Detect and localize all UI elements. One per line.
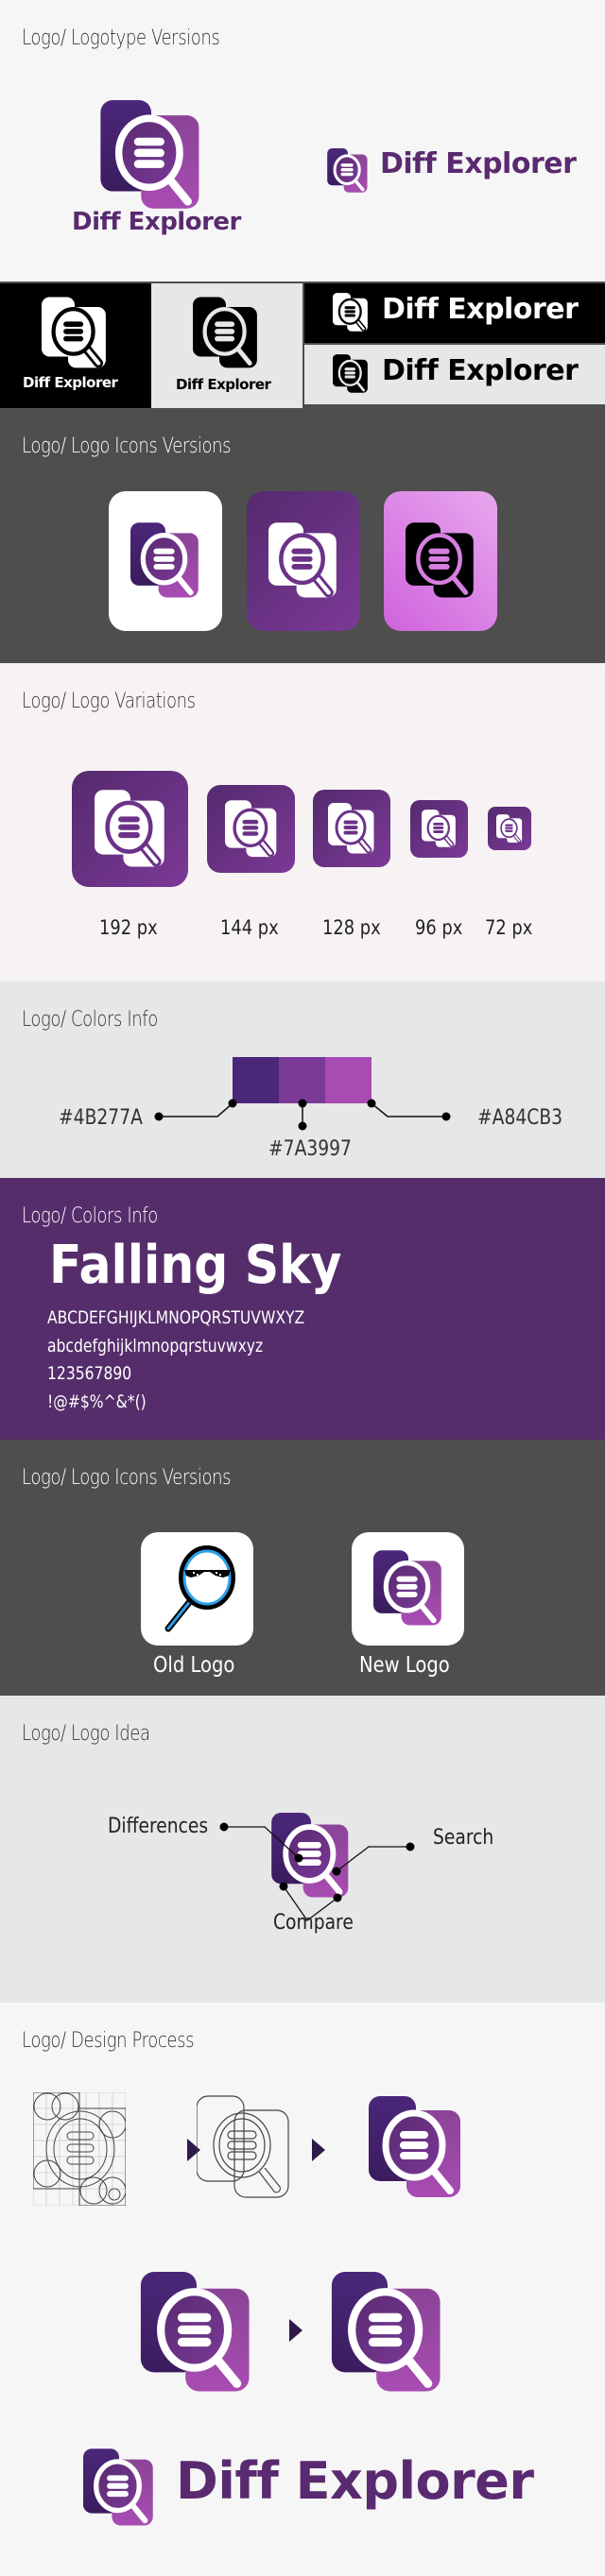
section-title: Logo/ Logo Icons Versions — [22, 1466, 232, 1490]
mono-horizontal-white-on-black: Diff Explorer — [304, 283, 605, 343]
logo-after-icon — [331, 2272, 444, 2395]
section-title: Logo/ Logo Variations — [22, 690, 196, 713]
new-logo-tile — [352, 1532, 464, 1646]
variation-tile-72 — [488, 807, 531, 850]
idea-connectors — [219, 1822, 415, 1921]
section-title: Logo/ Colors Info — [22, 1204, 158, 1228]
old-logo-tile — [141, 1532, 253, 1646]
logo-icon — [268, 522, 338, 600]
logo-icon — [130, 522, 200, 600]
idea-label-differences: Differences — [108, 1815, 209, 1838]
logo-icon — [225, 800, 278, 859]
font-sample-lowercase: abcdefghijklmnopqrstuvwxyz — [47, 1336, 264, 1356]
variation-tile-144 — [207, 785, 295, 873]
logo-before-icon — [140, 2272, 253, 2395]
size-label: 72 px — [485, 916, 533, 939]
size-label: 128 px — [322, 916, 381, 939]
final-lockup-wordmark: Diff Explorer — [176, 2451, 534, 2511]
logo-icon — [100, 100, 202, 212]
font-sample-numbers: 123567890 — [47, 1363, 132, 1384]
section-logotype-versions: Logo/ Logotype Versions Diff Explorer Di… — [0, 0, 605, 281]
section-old-new: Logo/ Logo Icons Versions Old Logo New L… — [0, 1440, 605, 1696]
section-mono-versions: Diff Explorer Diff Explorer Diff Explore… — [0, 281, 605, 408]
section-title: Logo/ Logo Icons Versions — [22, 435, 232, 458]
section-design-process: Logo/ Design Process Diff Explorer — [0, 2003, 605, 2576]
variation-tile-128 — [313, 790, 390, 867]
variation-tile-192 — [72, 771, 188, 887]
mono-wordmark: Diff Explorer — [382, 293, 579, 326]
size-label: 144 px — [220, 916, 279, 939]
mono-wordmark: Diff Explorer — [382, 354, 579, 387]
logo-icon — [42, 297, 108, 370]
logotype-wordmark: Diff Explorer — [72, 208, 241, 236]
icon-tile-white — [109, 491, 222, 631]
section-logo-idea: Logo/ Logo Idea Differences Search Compa… — [0, 1696, 605, 2003]
logo-icon — [333, 293, 369, 333]
logo-icon — [406, 522, 475, 600]
mono-tile-white-on-black: Diff Explorer — [0, 283, 151, 408]
mono-wordmark: Diff Explorer — [23, 374, 118, 391]
new-logo-label: New Logo — [359, 1653, 450, 1678]
color-label-light: #A84CB3 — [477, 1106, 563, 1130]
arrow-right-icon — [312, 2139, 325, 2161]
outline-logo-icon — [197, 2092, 291, 2204]
section-title: Logo/ Logotype Versions — [22, 26, 220, 50]
logotype-wordmark-horizontal: Diff Explorer — [380, 147, 577, 180]
construction-grid-icon — [33, 2092, 126, 2206]
font-sample-uppercase: ABCDEFGHIJKLMNOPQRSTUVWXYZ — [47, 1307, 305, 1328]
mono-wordmark: Diff Explorer — [176, 376, 271, 393]
logo-icon — [95, 790, 166, 869]
color-label-dark: #4B277A — [59, 1106, 143, 1130]
final-lockup-logo-icon — [83, 2448, 155, 2528]
final-logo-icon — [369, 2092, 463, 2204]
color-label-mid: #7A3997 — [268, 1137, 352, 1161]
variation-tile-96 — [410, 800, 468, 858]
mono-tile-black-on-light: Diff Explorer — [151, 283, 302, 408]
logo-icon — [373, 1550, 443, 1628]
section-logo-variations: Logo/ Logo Variations 192 px 144 px 128 … — [0, 663, 605, 981]
logo-icon — [328, 803, 375, 855]
section-icon-versions: Logo/ Logo Icons Versions — [0, 408, 605, 663]
idea-label-search: Search — [433, 1826, 494, 1850]
font-sample-symbols: !@#$%^&*() — [47, 1391, 147, 1412]
idea-label-compare: Compare — [273, 1911, 354, 1935]
logo-icon — [193, 297, 259, 370]
section-title: Logo/ Design Process — [22, 2029, 195, 2053]
logo-icon-small — [327, 148, 369, 194]
size-label: 192 px — [99, 916, 158, 939]
logo-icon — [496, 814, 523, 844]
arrow-right-icon — [289, 2319, 302, 2342]
logo-icon — [333, 354, 369, 394]
logo-icon — [422, 810, 457, 848]
old-logo-magnifier-icon — [164, 1545, 235, 1632]
icon-tile-purple — [247, 491, 360, 631]
icon-tile-pink — [384, 491, 497, 631]
section-typography: Logo/ Colors Info Falling Sky ABCDEFGHIJ… — [0, 1178, 605, 1440]
font-name: Falling Sky — [49, 1235, 342, 1296]
size-label: 96 px — [415, 916, 463, 939]
mono-horizontal-black-on-light: Diff Explorer — [304, 345, 605, 404]
section-colors-info: Logo/ Colors Info #4B277A #7A3997 #A84CB… — [0, 981, 605, 1178]
old-logo-label: Old Logo — [153, 1653, 235, 1678]
